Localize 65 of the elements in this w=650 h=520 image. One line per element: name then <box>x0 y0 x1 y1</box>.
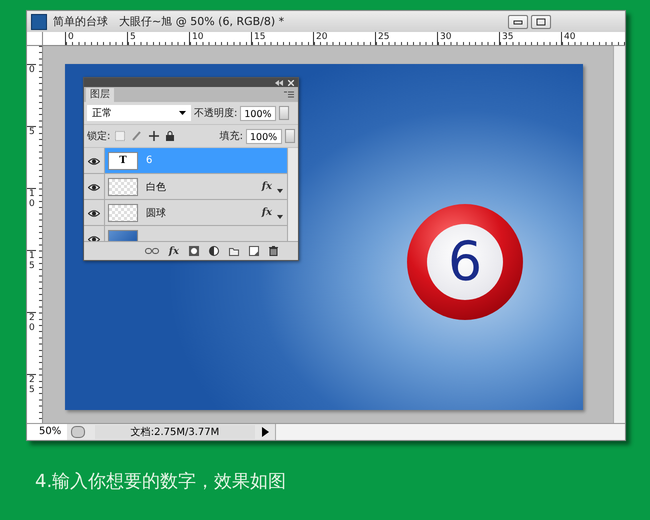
zoom-level[interactable]: 50% <box>27 424 67 440</box>
ruler-number: 35 <box>499 32 561 45</box>
eye-icon[interactable] <box>88 183 100 190</box>
layer-style-button[interactable]: fx <box>168 246 179 256</box>
ruler-number: 15 <box>27 250 36 312</box>
effects-label: fx <box>262 207 272 218</box>
ruler-number: 0 <box>27 64 36 126</box>
eye-icon[interactable] <box>88 235 100 241</box>
ruler-number: 15 <box>251 32 313 45</box>
blend-mode-dropdown[interactable]: 正常 <box>87 105 191 121</box>
horizontal-scrollbar[interactable] <box>275 424 625 440</box>
trash-icon[interactable] <box>269 246 278 256</box>
opacity-slider-button[interactable] <box>279 106 290 120</box>
link-icon[interactable] <box>144 248 159 254</box>
layers-tab[interactable]: 图层 <box>86 88 114 102</box>
lock-icon[interactable] <box>166 131 174 141</box>
minimize-button[interactable] <box>508 14 528 28</box>
eye-icon[interactable] <box>88 157 100 164</box>
close-icon[interactable] <box>288 80 294 86</box>
layer-row[interactable]: T 6 <box>84 148 287 174</box>
folder-icon[interactable] <box>229 246 239 256</box>
ruler-number: 5 <box>127 32 189 45</box>
menu-icon[interactable] <box>284 91 294 98</box>
transparent-thumbnail <box>108 204 138 222</box>
ruler-number: 5 <box>27 126 36 188</box>
restore-button[interactable] <box>531 14 551 28</box>
half-circle-icon[interactable] <box>209 246 219 256</box>
ruler-number: 0 <box>65 32 127 45</box>
fill-slider-button[interactable] <box>285 129 295 143</box>
ruler-number: 30 <box>437 32 499 45</box>
ruler-number: 10 <box>189 32 251 45</box>
ruler-number: 40 <box>561 32 623 45</box>
restore-icon <box>536 18 546 26</box>
layers-scrollbar[interactable] <box>287 148 298 241</box>
opacity-field[interactable]: 100% <box>240 106 276 120</box>
app-icon <box>31 14 47 30</box>
ball-number: 6 <box>427 224 503 300</box>
clock-icon[interactable] <box>71 426 85 438</box>
ruler-origin[interactable] <box>27 32 43 46</box>
caret-icon <box>179 111 186 115</box>
layer-name: 6 <box>146 155 152 166</box>
lock-label: 锁定: <box>87 130 110 143</box>
document-size: 文档:2.75M/3.77M <box>95 425 255 439</box>
new-layer-icon[interactable] <box>249 246 259 256</box>
fill-field[interactable]: 100% <box>246 128 282 144</box>
move-icon[interactable] <box>149 131 160 141</box>
text-layer-thumbnail: T <box>108 152 138 170</box>
ruler-number: 20 <box>27 312 36 374</box>
effects-label: fx <box>262 181 272 192</box>
checkerboard-icon[interactable] <box>115 131 126 141</box>
caption: 4.输入你想要的数字，效果如图 <box>35 470 286 493</box>
vertical-scrollbar[interactable] <box>613 46 625 423</box>
ruler-number: 10 <box>27 188 36 250</box>
ruler-number: 20 <box>313 32 375 45</box>
opacity-label: 不透明度: <box>194 106 238 120</box>
window-title: 简单的台球 大眼仔~旭 @ 50% (6, RGB/8) * <box>53 14 284 29</box>
layer-name: 白色 <box>146 180 166 194</box>
transparent-thumbnail <box>108 178 138 196</box>
play-arrow-icon[interactable] <box>261 427 269 437</box>
fill-label: 填充: <box>220 130 243 143</box>
mask-icon[interactable] <box>189 246 199 256</box>
minimize-icon <box>513 18 523 24</box>
ruler-number: 25 <box>375 32 437 45</box>
layer-name: 圆球 <box>146 206 166 220</box>
eye-icon[interactable] <box>88 209 100 216</box>
